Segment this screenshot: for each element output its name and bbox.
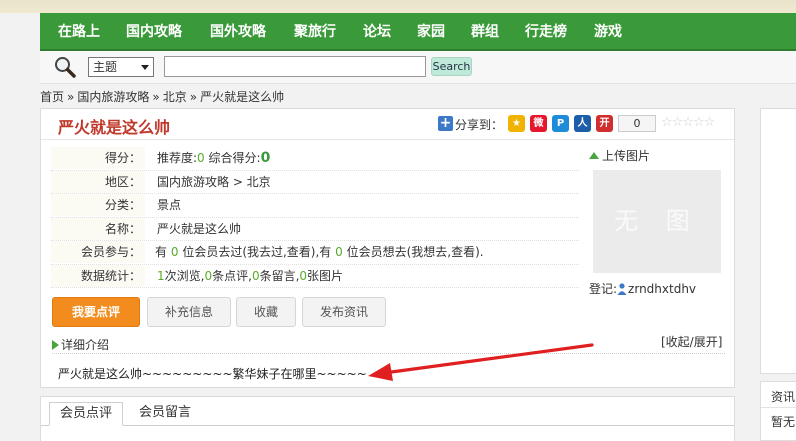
registered-by: 登记: zrndhxtdhv (589, 282, 697, 296)
upload-photo-link[interactable]: 上传图片 (589, 147, 650, 164)
stats-label: 数据统计： (51, 264, 145, 287)
nav-item-groups[interactable]: 群组 (471, 13, 499, 51)
name-value: 严火就是这么帅 (157, 221, 242, 236)
search-button[interactable]: Search (431, 57, 472, 76)
expand-arrow-icon (52, 340, 59, 350)
renren-icon[interactable]: 人 (574, 115, 591, 132)
registered-user-link[interactable]: zrndhxtdhv (628, 282, 696, 296)
main-nav: 在路上 国内攻略 国外攻略 聚旅行 论坛 家园 群组 行走榜 游戏 (40, 13, 796, 51)
search-type-select[interactable]: 主题 (88, 57, 154, 77)
name-label: 名称： (51, 217, 145, 240)
tab-member-reviews[interactable]: 会员点评 (49, 402, 124, 426)
breadcrumb-domestic[interactable]: 国内旅游攻略 (77, 90, 149, 104)
sidebar-news-empty: 暂无 (771, 415, 796, 429)
region-label: 地区： (51, 170, 145, 193)
collapse-toggle[interactable]: [收起/展开] (661, 333, 722, 350)
detail-heading: 详细介绍 (52, 336, 109, 353)
tencent-icon[interactable]: P (552, 115, 569, 132)
info-table: 得分： 推荐度:0 综合得分:0 地区： 国内旅游攻略 > 北京 分类： 景点 … (51, 147, 579, 288)
qzone-icon[interactable]: ★ (508, 115, 525, 132)
search-type-value: 主题 (93, 60, 118, 74)
no-image-placeholder: 无 图 (593, 170, 721, 273)
annotation-arrow-icon (368, 343, 594, 381)
nav-item-domestic-guide[interactable]: 国内攻略 (126, 13, 182, 51)
share-label: 分享到： (455, 118, 504, 132)
user-icon (617, 283, 627, 295)
nav-item-forum[interactable]: 论坛 (363, 13, 391, 51)
chevron-down-icon (141, 65, 149, 70)
region-value[interactable]: 国内旅游攻略 > 北京 (157, 171, 271, 193)
publish-news-button[interactable]: 发布资讯 (302, 297, 386, 327)
detail-text: 严火就是这么帅~~~~~~~~~繁华妹子在哪里~~~~~ (58, 367, 367, 381)
nav-item-on-the-road[interactable]: 在路上 (58, 13, 100, 51)
write-review-button[interactable]: 我要点评 (52, 297, 140, 327)
info-row-name: 名称： 严火就是这么帅 (51, 217, 579, 241)
info-row-score: 得分： 推荐度:0 综合得分:0 (51, 147, 579, 171)
score-value: 推荐度:0 综合得分:0 (157, 150, 271, 166)
members-value[interactable]: 有 0 位会员去过(我去过,查看),有 0 位会员想去(我想去,查看). (155, 241, 484, 263)
members-label: 会员参与： (51, 241, 145, 263)
title-divider (41, 139, 736, 140)
breadcrumb: 首页» 国内旅游攻略» 北京» 严火就是这么帅 (40, 90, 285, 104)
info-row-stats: 数据统计： 1次浏览,0条点评,0条留言,0张图片 (51, 264, 579, 288)
search-input[interactable] (164, 56, 426, 77)
sidebar-panel (760, 108, 796, 374)
add-share-icon[interactable]: + (438, 116, 453, 131)
header-banner (0, 0, 796, 13)
kaixin-icon[interactable]: 开 (596, 115, 613, 132)
rating-stars[interactable]: ☆☆☆☆☆ (661, 115, 715, 130)
supplement-info-button[interactable]: 补充信息 (147, 297, 231, 327)
nav-item-games[interactable]: 游戏 (594, 13, 622, 51)
favorite-button[interactable]: 收藏 (236, 297, 296, 327)
sidebar-news-heading: 资讯 (771, 390, 796, 404)
magnifier-icon (55, 57, 76, 78)
review-tabs-panel: 会员点评 会员留言 (40, 396, 735, 441)
sidebar-divider (761, 407, 796, 408)
info-row-region: 地区： 国内旅游攻略 > 北京 (51, 170, 579, 194)
nav-item-overseas-guide[interactable]: 国外攻略 (210, 13, 266, 51)
weibo-icon[interactable]: 微 (530, 115, 547, 132)
score-label: 得分： (51, 147, 145, 169)
sidebar-news-panel: 资讯 暂无 (760, 381, 796, 441)
stats-value: 1次浏览,0条点评,0条留言,0张图片 (157, 268, 344, 283)
nav-item-ranking[interactable]: 行走榜 (525, 13, 567, 51)
nav-item-group-travel[interactable]: 聚旅行 (294, 13, 336, 51)
breadcrumb-beijing[interactable]: 北京 (163, 90, 187, 104)
info-row-category: 分类： 景点 (51, 194, 579, 218)
category-value[interactable]: 景点 (157, 194, 181, 216)
tab-member-comments[interactable]: 会员留言 (129, 402, 201, 426)
page-title: 严火就是这么帅 (58, 118, 171, 137)
upload-arrow-icon (589, 152, 599, 159)
breadcrumb-current: 严火就是这么帅 (200, 90, 285, 104)
nav-item-home[interactable]: 家园 (417, 13, 445, 51)
search-bar: 主题 Search (40, 51, 796, 84)
breadcrumb-home[interactable]: 首页 (40, 90, 64, 104)
info-row-members: 会员参与： 有 0 位会员去过(我去过,查看),有 0 位会员想去(我想去,查看… (51, 241, 579, 265)
share-count: 0 (618, 115, 656, 132)
category-label: 分类： (51, 194, 145, 216)
